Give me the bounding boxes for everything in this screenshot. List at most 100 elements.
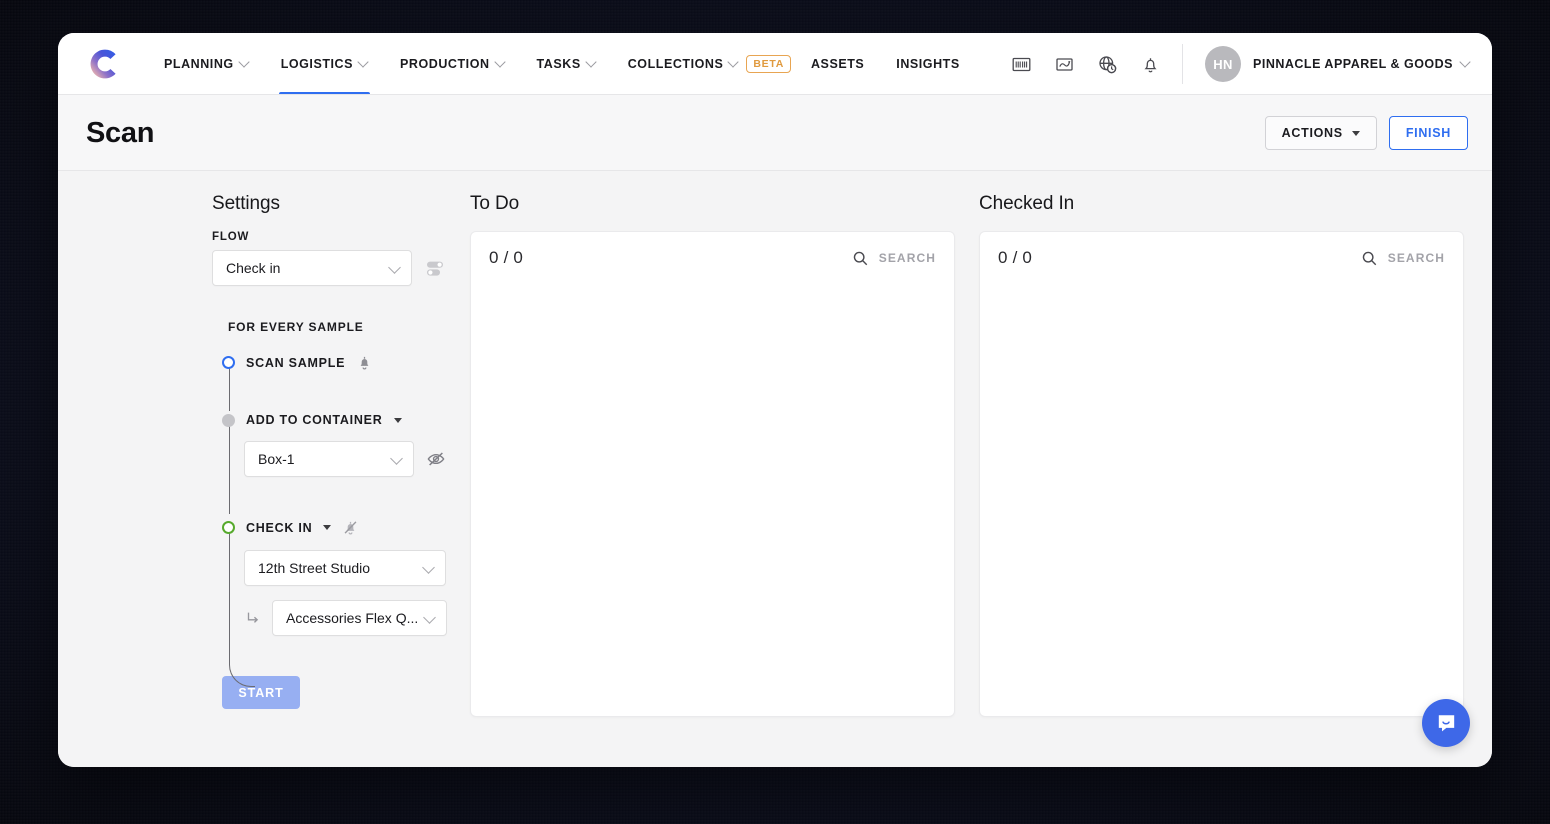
todo-panel-card: 0 / 0 SEARCH: [470, 231, 955, 717]
caret-down-icon[interactable]: [393, 417, 402, 423]
chevron-down-icon: [391, 453, 403, 465]
todo-search-placeholder: SEARCH: [878, 251, 936, 265]
flow-row: Check in: [212, 250, 446, 286]
checkedin-counter: 0 / 0: [998, 248, 1033, 267]
settings-column: Settings FLOW Check in FOR EVERY SAMPLE: [86, 193, 448, 767]
step-connector: [228, 367, 230, 411]
step-label: CHECK IN: [246, 520, 313, 535]
todo-column: To Do 0 / 0 SEARCH: [446, 193, 955, 767]
step-label: SCAN SAMPLE: [246, 355, 346, 370]
step-icons: [356, 354, 373, 371]
for-every-sample-label: FOR EVERY SAMPLE: [228, 320, 364, 334]
step-scan-sample[interactable]: SCAN SAMPLE: [212, 354, 446, 371]
barcode-icon[interactable]: [1011, 54, 1032, 75]
finish-button-label: FINISH: [1405, 126, 1451, 140]
todo-panel-toolbar: 0 / 0 SEARCH: [489, 248, 936, 268]
flow-steps: SCAN SAMPLE ADD TO CONTAINER Box-1 CHECK…: [212, 354, 448, 709]
app-window: PLANNING LOGISTICS PRODUCTION TASKS COLL…: [58, 33, 1492, 767]
nav-items: PLANNING LOGISTICS PRODUCTION TASKS COLL…: [148, 33, 976, 95]
checkedin-search-placeholder: SEARCH: [1387, 251, 1445, 265]
arrow-turn-down-right-icon: [244, 609, 262, 627]
nav-item-label: ASSETS: [810, 57, 865, 71]
start-button[interactable]: START: [222, 676, 300, 709]
nav-item-insights[interactable]: INSIGHTS: [880, 33, 975, 95]
container-field-row: Box-1: [244, 441, 446, 477]
chevron-down-icon: [240, 58, 249, 67]
page-title: Scan: [86, 116, 155, 149]
toggles-icon[interactable]: [424, 257, 446, 279]
top-navigation-bar: PLANNING LOGISTICS PRODUCTION TASKS COLL…: [58, 33, 1492, 95]
step-status-dot: [222, 521, 235, 534]
chevron-down-icon: [587, 58, 596, 67]
step-check-in[interactable]: CHECK IN: [212, 519, 446, 536]
nav-item-production[interactable]: PRODUCTION: [384, 33, 521, 95]
bell-icon[interactable]: [356, 354, 373, 371]
eye-slash-icon[interactable]: [426, 449, 446, 469]
todo-search-input[interactable]: SEARCH: [852, 250, 936, 267]
chevron-down-icon: [496, 58, 505, 67]
nav-item-tasks[interactable]: TASKS: [521, 33, 612, 95]
flow-select-value: Check in: [226, 260, 281, 276]
bell-off-icon[interactable]: [342, 519, 359, 536]
chat-bubble-icon: [1438, 714, 1454, 731]
sublocation-select[interactable]: Accessories Flex Q...: [272, 600, 448, 636]
search-icon: [852, 250, 869, 267]
nav-item-label: LOGISTICS: [280, 57, 354, 71]
page-header-actions: ACTIONS FINISH: [1264, 116, 1468, 150]
step-status-dot: [222, 413, 235, 427]
sublocation-select-value: Accessories Flex Q...: [286, 610, 419, 626]
nav-icon-group: [1011, 54, 1183, 75]
nav-item-collections[interactable]: COLLECTIONS: [612, 33, 755, 95]
container-select[interactable]: Box-1: [244, 441, 414, 477]
actions-button-label: ACTIONS: [1281, 126, 1343, 140]
chevron-down-icon: [389, 262, 401, 274]
actions-button[interactable]: ACTIONS: [1264, 116, 1377, 150]
step-label: ADD TO CONTAINER: [246, 413, 383, 427]
caret-down-icon: [1351, 130, 1360, 136]
checkedin-search-input[interactable]: SEARCH: [1361, 250, 1445, 267]
finish-button[interactable]: FINISH: [1388, 116, 1468, 150]
nav-item-label: COLLECTIONS: [627, 57, 724, 71]
nav-right-cluster: HN PINNACLE APPAREL & GOODS: [1011, 33, 1492, 95]
todo-panel-title: To Do: [470, 193, 520, 214]
todo-counter: 0 / 0: [489, 248, 524, 267]
search-icon: [1361, 250, 1378, 267]
org-name-label: PINNACLE APPAREL & GOODS: [1253, 57, 1453, 71]
chevron-down-icon: [1461, 58, 1470, 67]
app-logo[interactable]: [82, 33, 128, 95]
chevron-down-icon: [423, 562, 435, 574]
step-connector: [228, 424, 230, 514]
location-select[interactable]: 12th Street Studio: [244, 550, 446, 586]
chat-launcher-button[interactable]: [1422, 699, 1470, 747]
page-header: Scan ACTIONS FINISH: [58, 95, 1492, 171]
nav-item-label: PLANNING: [164, 57, 234, 71]
step-status-dot: [222, 356, 235, 369]
nav-item-planning[interactable]: PLANNING: [148, 33, 265, 95]
container-select-value: Box-1: [258, 451, 295, 467]
page-content: Settings FLOW Check in FOR EVERY SAMPLE: [58, 171, 1492, 767]
nav-item-logistics[interactable]: LOGISTICS: [265, 33, 384, 95]
crossbeam-c-logo-icon: [90, 49, 116, 79]
globe-clock-icon[interactable]: [1097, 54, 1118, 75]
location-field-row: 12th Street Studio: [244, 550, 446, 586]
bell-icon[interactable]: [1140, 54, 1161, 75]
flow-select[interactable]: Check in: [212, 250, 412, 286]
chevron-down-icon: [359, 58, 368, 67]
nav-item-label: TASKS: [536, 57, 581, 71]
checkedin-panel-toolbar: 0 / 0 SEARCH: [998, 248, 1445, 268]
sublocation-field-row: Accessories Flex Q...: [244, 600, 448, 636]
checkedin-panel-card: 0 / 0 SEARCH: [979, 231, 1464, 717]
settings-title: Settings: [212, 193, 280, 214]
avatar[interactable]: HN: [1205, 46, 1242, 82]
step-add-to-container[interactable]: ADD TO CONTAINER: [212, 413, 446, 427]
caret-down-icon[interactable]: [323, 525, 332, 530]
nav-item-assets[interactable]: ASSETS: [795, 33, 880, 95]
org-switcher[interactable]: PINNACLE APPAREL & GOODS: [1253, 57, 1470, 71]
location-select-value: 12th Street Studio: [258, 560, 371, 576]
chevron-down-icon: [424, 612, 436, 624]
chevron-down-icon: [729, 58, 738, 67]
inbox-arrow-icon[interactable]: [1054, 54, 1075, 75]
step-icons: [342, 519, 359, 536]
nav-item-label: PRODUCTION: [400, 57, 490, 71]
step-connector: [228, 522, 230, 652]
